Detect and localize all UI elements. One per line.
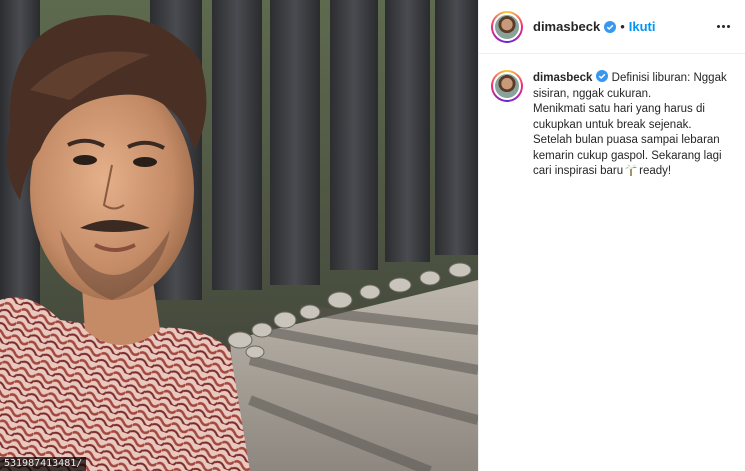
caption-verified-badge-icon xyxy=(596,70,609,82)
separator-dot: • xyxy=(620,19,625,34)
selfie-image xyxy=(0,0,478,471)
more-options-icon[interactable] xyxy=(713,17,733,37)
post-photo[interactable]: 531987413481/ xyxy=(0,0,478,471)
caption-line-7: cari inspirasi baru xyxy=(533,165,624,177)
caption-avatar[interactable] xyxy=(491,70,523,102)
username[interactable]: dimasbeck xyxy=(533,19,600,34)
caption-username[interactable]: dimasbeck xyxy=(533,72,592,84)
post-side-panel: dimasbeck • Ikuti dimasbeck Definisi lib… xyxy=(478,0,745,471)
caption-row: dimasbeck Definisi liburan: Nggak sisira… xyxy=(479,54,745,180)
post-header: dimasbeck • Ikuti xyxy=(479,0,745,54)
caption: dimasbeck Definisi liburan: Nggak sisira… xyxy=(533,70,733,180)
caption-line-4: cukupkan untuk break sejenak. xyxy=(533,118,692,131)
caption-line-2: sisiran, nggak cukuran. xyxy=(533,87,652,100)
palm-tree-icon xyxy=(625,164,638,176)
avatar[interactable] xyxy=(491,10,523,43)
caption-line-6: kemarin cukup gaspol. Sekarang lagi xyxy=(533,149,722,162)
caption-line-3: Menikmati satu hari yang harus di xyxy=(533,103,705,115)
follow-button[interactable]: Ikuti xyxy=(629,19,656,34)
verified-badge-icon xyxy=(604,20,617,33)
photo-watermark: 531987413481/ xyxy=(0,457,87,471)
caption-line-5: Setelah bulan puasa sampai lebaran xyxy=(533,134,720,146)
caption-line-8: ready! xyxy=(639,165,672,177)
caption-line-1: Definisi liburan: Nggak xyxy=(611,72,727,84)
